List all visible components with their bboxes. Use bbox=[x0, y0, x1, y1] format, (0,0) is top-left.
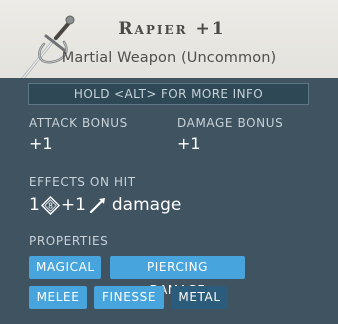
rapier-icon bbox=[18, 15, 75, 84]
attack-bonus-value: +1 bbox=[29, 134, 53, 153]
item-type: Martial Weapon (Uncommon) bbox=[61, 50, 277, 66]
dice-count: 1 bbox=[29, 195, 40, 215]
damage-bonus-value: +1 bbox=[177, 134, 201, 153]
attack-bonus-label: ATTACK BONUS bbox=[29, 116, 128, 130]
property-tag-metal[interactable]: METAL bbox=[171, 286, 228, 309]
item-tooltip: Rapier +1 Martial Weapon (Uncommon) HOLD… bbox=[0, 0, 338, 324]
item-name: Rapier +1 bbox=[118, 19, 226, 39]
damage-bonus-modifier: +1 bbox=[60, 195, 86, 215]
property-tag-magical[interactable]: MAGICAL bbox=[29, 256, 101, 279]
die-number: 8 bbox=[48, 201, 53, 210]
damage-bonus-label: DAMAGE BONUS bbox=[177, 116, 284, 130]
property-tag-melee[interactable]: MELEE bbox=[29, 286, 87, 309]
piercing-icon bbox=[89, 198, 105, 214]
d8-die-icon: 8 bbox=[40, 195, 60, 215]
damage-roll: 1 8 +1 damage bbox=[29, 193, 181, 217]
property-tag-piercing-damage[interactable]: PIERCING DAMAGE bbox=[110, 256, 245, 297]
effects-on-hit-label: EFFECTS ON HIT bbox=[29, 175, 136, 189]
alt-info-hint: HOLD <ALT> FOR MORE INFO bbox=[28, 83, 309, 105]
damage-word: damage bbox=[111, 195, 182, 215]
properties-label: PROPERTIES bbox=[29, 234, 109, 248]
property-tag-finesse[interactable]: FINESSE bbox=[94, 286, 164, 309]
